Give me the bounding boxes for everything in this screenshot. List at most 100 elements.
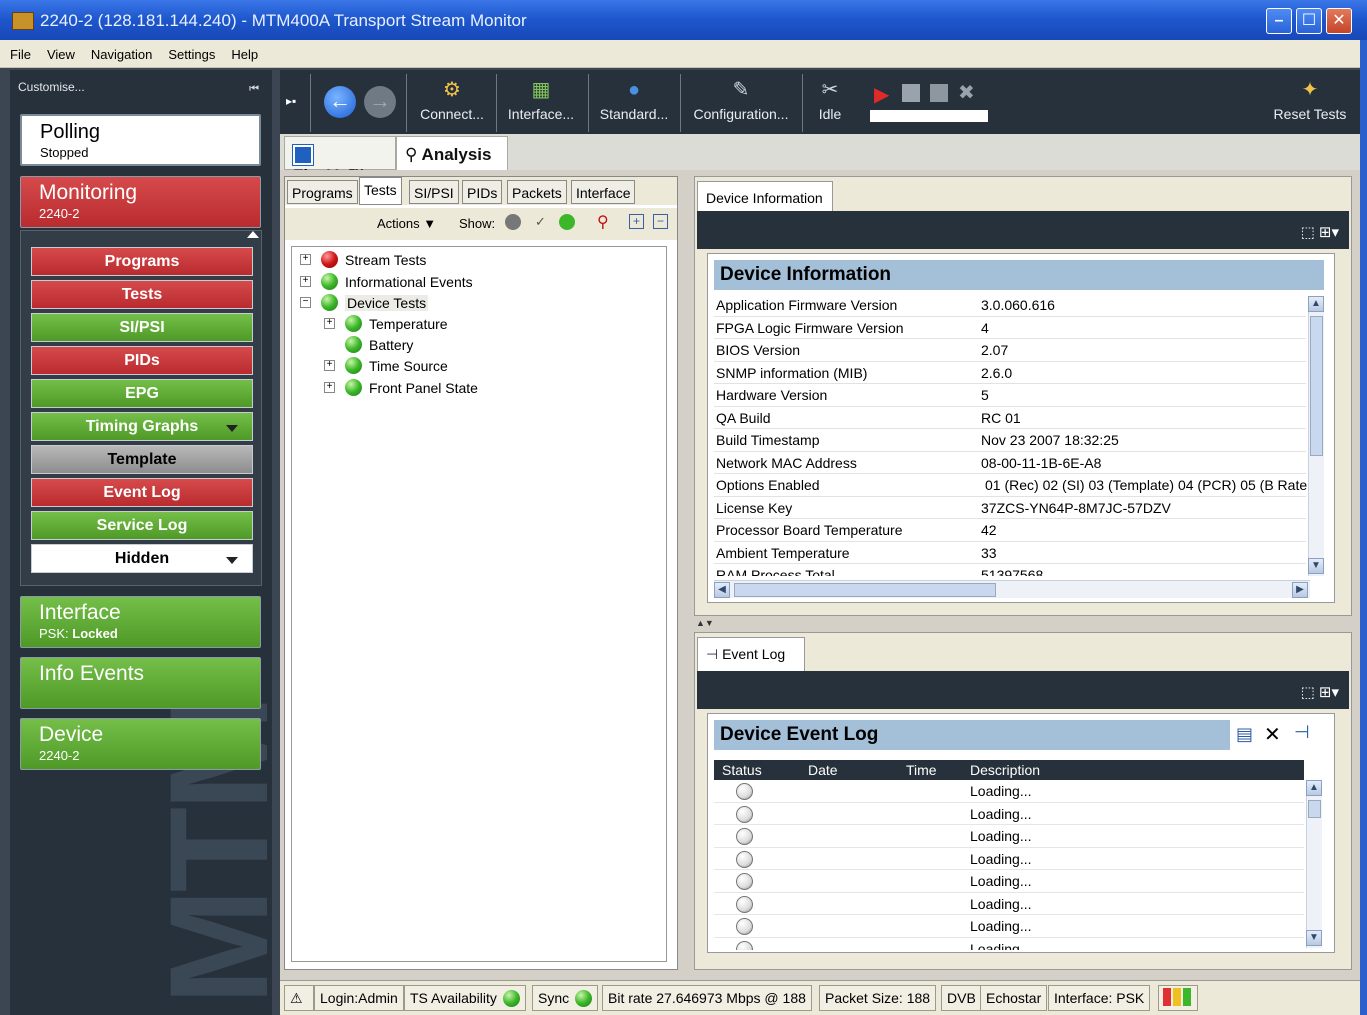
show-checked-icon[interactable]: ✓ bbox=[535, 214, 546, 230]
menu-view[interactable]: View bbox=[37, 40, 81, 62]
menu-settings[interactable]: Settings bbox=[158, 40, 221, 62]
splitter-arrows-icon[interactable]: ▲▼ bbox=[696, 618, 714, 628]
scroll-right-icon[interactable]: ▶ bbox=[1292, 582, 1308, 598]
signal-bars-icon[interactable] bbox=[1158, 985, 1198, 1011]
scroll-down-icon[interactable]: ▼ bbox=[1308, 558, 1324, 574]
scroll-thumb[interactable] bbox=[1308, 800, 1321, 818]
back-arrow-icon[interactable]: ← bbox=[324, 86, 356, 118]
table-row[interactable]: Loading... bbox=[714, 803, 1304, 825]
info-events-button[interactable]: Info Events bbox=[20, 657, 261, 709]
sidebar-item-service-log[interactable]: Service Log bbox=[31, 511, 253, 540]
pane-splitter[interactable]: ▲▼ bbox=[694, 618, 1352, 630]
sidebar-item-si-psi[interactable]: SI/PSI bbox=[31, 313, 253, 342]
column-header-time[interactable]: Time bbox=[906, 760, 937, 780]
scroll-up-icon[interactable]: ▲ bbox=[1306, 780, 1322, 796]
tab-event-log[interactable]: ⊣ Event Log bbox=[697, 637, 805, 671]
play-icon[interactable]: ▶ bbox=[874, 82, 889, 107]
stop-icon[interactable] bbox=[902, 84, 920, 102]
expand-icon[interactable]: ▸▪ bbox=[286, 94, 296, 108]
collapse-all-icon[interactable]: − bbox=[653, 214, 668, 229]
clear-log-icon[interactable]: ✕ bbox=[1264, 722, 1281, 747]
monitoring-button[interactable]: Monitoring 2240-2 bbox=[20, 176, 261, 228]
table-row[interactable]: Loading... bbox=[714, 915, 1304, 938]
tab-pids[interactable]: PIDs bbox=[462, 180, 503, 204]
close-button[interactable]: ✕ bbox=[1326, 8, 1352, 34]
column-header-date[interactable]: Date bbox=[808, 760, 838, 780]
tab-interface[interactable]: Interface bbox=[571, 180, 636, 204]
column-header-status[interactable]: Status bbox=[722, 760, 762, 780]
standard-button[interactable]: ● Standard... bbox=[590, 70, 678, 134]
expander-icon[interactable]: + bbox=[324, 382, 335, 393]
tree-node-device-tests[interactable]: − Device Tests bbox=[300, 293, 429, 313]
menu-navigation[interactable]: Navigation bbox=[81, 40, 158, 62]
scroll-left-icon[interactable]: ◀ bbox=[714, 582, 730, 598]
sidebar-item-timing-graphs[interactable]: Timing Graphs bbox=[31, 412, 253, 441]
clear-icon[interactable]: ✖ bbox=[958, 80, 975, 105]
tree-node-temperature[interactable]: + Temperature bbox=[324, 314, 448, 334]
find-failed-icon[interactable]: ⚲ bbox=[597, 212, 609, 232]
customise-link[interactable]: Customise... ⏮ bbox=[18, 80, 263, 102]
table-row[interactable]: Loading... bbox=[714, 848, 1304, 870]
minimize-button[interactable]: – bbox=[1266, 8, 1292, 34]
panel-options-icon[interactable]: ⬚ ⊞▾ bbox=[1301, 683, 1339, 701]
table-row[interactable]: Loading... bbox=[714, 780, 1304, 803]
configuration-button[interactable]: ✎ Configuration... bbox=[684, 70, 798, 134]
sidebar-item-tests[interactable]: Tests bbox=[31, 280, 253, 309]
scroll-down-icon[interactable]: ▼ bbox=[1306, 930, 1322, 946]
sidebar-item-event-log[interactable]: Event Log bbox=[31, 478, 253, 507]
menu-help[interactable]: Help bbox=[221, 40, 264, 62]
tab-device-information[interactable]: Device Information bbox=[697, 181, 833, 211]
device-button[interactable]: Device 2240-2 bbox=[20, 718, 261, 770]
save-icon[interactable]: ▤ bbox=[1236, 724, 1253, 745]
polling-button[interactable]: Polling Stopped bbox=[20, 114, 261, 166]
tree-node-front-panel-state[interactable]: + Front Panel State bbox=[324, 378, 478, 398]
table-row[interactable]: Loading... bbox=[714, 870, 1304, 893]
connect-button[interactable]: ⚙ Connect... bbox=[410, 70, 494, 134]
interface-toolbar-button[interactable]: ▦ Interface... bbox=[498, 70, 584, 134]
reset-tests-button[interactable]: ✦ Reset Tests bbox=[1270, 70, 1350, 134]
actions-menu[interactable]: Actions ▼ bbox=[377, 216, 436, 231]
tab-analysis[interactable]: ⚲ Analysis bbox=[396, 136, 508, 170]
interface-button[interactable]: Interface PSK: Locked bbox=[20, 596, 261, 648]
table-row[interactable]: Loading... bbox=[714, 893, 1304, 915]
scroll-thumb[interactable] bbox=[734, 583, 996, 597]
expander-icon[interactable]: + bbox=[324, 318, 335, 329]
tree-node-time-source[interactable]: + Time Source bbox=[324, 356, 448, 376]
tree-node-informational-events[interactable]: + Informational Events bbox=[300, 272, 473, 292]
collapse-up-icon[interactable] bbox=[247, 231, 259, 238]
dropdown-arrow-icon[interactable] bbox=[226, 557, 238, 564]
table-row[interactable]: Loading... bbox=[714, 938, 1304, 950]
vertical-scrollbar[interactable]: ▲ ▼ bbox=[1306, 780, 1322, 948]
forward-arrow-icon[interactable]: → bbox=[364, 86, 396, 118]
user-icon[interactable]: ⚠ bbox=[284, 985, 314, 1011]
show-all-icon[interactable] bbox=[505, 214, 521, 230]
expander-icon[interactable]: + bbox=[300, 254, 311, 265]
horizontal-scrollbar[interactable]: ◀ ▶ bbox=[714, 580, 1310, 598]
scroll-thumb[interactable] bbox=[1310, 316, 1323, 456]
sidebar-item-programs[interactable]: Programs bbox=[31, 247, 253, 276]
expand-all-icon[interactable]: + bbox=[629, 214, 644, 229]
table-row[interactable]: Loading... bbox=[714, 825, 1304, 848]
tab-tests[interactable]: Tests bbox=[359, 177, 402, 205]
sidebar-item-template[interactable]: Template bbox=[31, 445, 253, 474]
expander-icon[interactable]: + bbox=[324, 360, 335, 371]
record-icon[interactable] bbox=[930, 84, 948, 102]
expander-icon[interactable]: − bbox=[300, 297, 311, 308]
pin-icon[interactable]: ⊣ bbox=[1294, 722, 1310, 743]
column-header-description[interactable]: Description bbox=[970, 760, 1040, 780]
tree-node-battery[interactable]: Battery bbox=[324, 335, 413, 355]
vertical-scrollbar[interactable]: ▲ ▼ bbox=[1308, 296, 1324, 576]
tab-programs[interactable]: Programs bbox=[287, 180, 358, 204]
scroll-up-icon[interactable]: ▲ bbox=[1308, 296, 1324, 312]
tab-packets[interactable]: Packets bbox=[507, 180, 567, 204]
sidebar-item-hidden[interactable]: Hidden bbox=[31, 544, 253, 573]
panel-options-icon[interactable]: ⬚ ⊞▾ bbox=[1301, 223, 1339, 241]
maximize-button[interactable]: ☐ bbox=[1296, 8, 1322, 34]
expander-icon[interactable]: + bbox=[300, 276, 311, 287]
tab-flexvu[interactable]: FlexVu™ bbox=[284, 136, 396, 185]
sidebar-item-epg[interactable]: EPG bbox=[31, 379, 253, 408]
sidebar-item-pids[interactable]: PIDs bbox=[31, 346, 253, 375]
tab-si-psi[interactable]: SI/PSI bbox=[409, 180, 459, 204]
dropdown-arrow-icon[interactable] bbox=[226, 425, 238, 432]
menu-file[interactable]: File bbox=[0, 40, 37, 62]
